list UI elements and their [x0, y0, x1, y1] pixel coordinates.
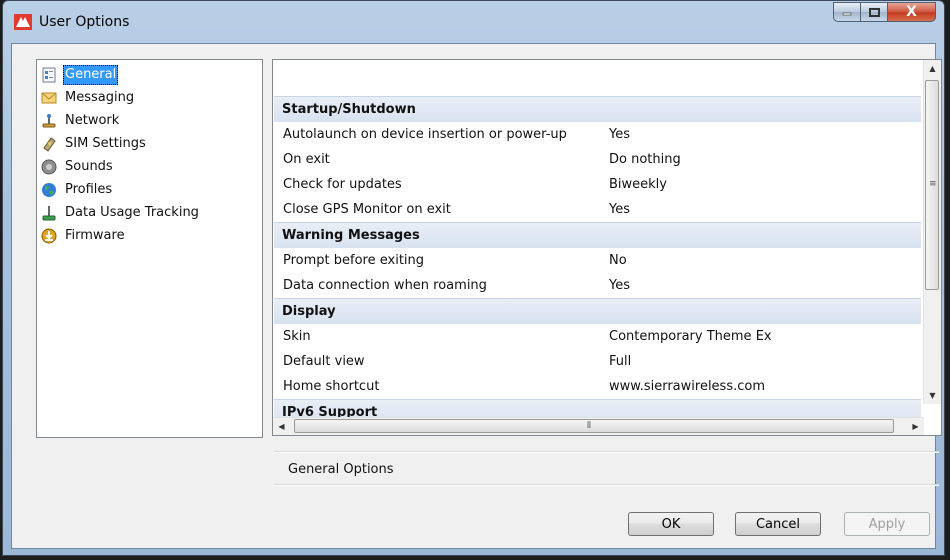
- scroll-up-arrow-icon[interactable]: ▲: [924, 60, 941, 77]
- app-logo-icon: [14, 14, 32, 30]
- property-row[interactable]: Skin Contemporary Theme Ex: [274, 324, 921, 349]
- nav-label: Sounds: [65, 159, 113, 174]
- nav-label: Firmware: [65, 228, 125, 243]
- nav-label: Network: [65, 113, 120, 128]
- scroll-right-arrow-icon[interactable]: ▶: [907, 418, 924, 435]
- nav-label: Data Usage Tracking: [65, 205, 199, 220]
- property-row[interactable]: Autolaunch on device insertion or power-…: [274, 122, 921, 147]
- property-row[interactable]: Home shortcut www.sierrawireless.com: [274, 374, 921, 399]
- nav-label: Profiles: [65, 182, 113, 197]
- property-name: Check for updates: [283, 177, 402, 192]
- section-header[interactable]: Display: [274, 298, 921, 324]
- maximize-button[interactable]: [861, 2, 888, 22]
- horizontal-scrollbar[interactable]: ◀ ⦀ ▶: [273, 417, 924, 435]
- horizontal-scroll-thumb[interactable]: ⦀: [294, 419, 894, 433]
- property-name: On exit: [283, 152, 330, 167]
- property-name: Close GPS Monitor on exit: [283, 202, 451, 217]
- nav-item-sounds[interactable]: Sounds: [41, 156, 115, 178]
- speaker-icon: [41, 159, 57, 175]
- property-row[interactable]: Prompt before exiting No: [274, 248, 921, 273]
- user-options-window: User Options X General Messaging Network…: [2, 0, 945, 556]
- nav-item-general[interactable]: General: [41, 64, 119, 86]
- property-name: Autolaunch on device insertion or power-…: [283, 127, 567, 142]
- dialog-body: General Messaging Network SIM Settings S…: [11, 43, 942, 549]
- property-value[interactable]: Yes: [609, 127, 630, 142]
- section-header[interactable]: Startup/Shutdown: [274, 96, 921, 122]
- nav-item-sim-settings[interactable]: SIM Settings: [41, 133, 148, 155]
- nav-item-data-usage-tracking[interactable]: Data Usage Tracking: [41, 202, 201, 224]
- property-grid[interactable]: Startup/Shutdown Autolaunch on device in…: [272, 59, 942, 436]
- nav-item-profiles[interactable]: Profiles: [41, 179, 114, 201]
- nav-item-network[interactable]: Network: [41, 110, 121, 132]
- scroll-down-arrow-icon[interactable]: ▼: [924, 387, 941, 404]
- property-value[interactable]: Yes: [609, 278, 630, 293]
- title-bar[interactable]: User Options X: [3, 1, 944, 43]
- vertical-scroll-thumb[interactable]: ≡: [925, 80, 939, 290]
- property-value[interactable]: Biweekly: [609, 177, 667, 192]
- section-header[interactable]: Warning Messages: [274, 222, 921, 248]
- nav-label: Messaging: [65, 90, 135, 105]
- property-row[interactable]: Default view Full: [274, 349, 921, 374]
- close-icon: X: [906, 4, 917, 20]
- nav-label: General: [63, 65, 119, 85]
- window-title: User Options: [39, 14, 130, 30]
- nav-item-messaging[interactable]: Messaging: [41, 87, 136, 109]
- maximize-icon: [868, 7, 880, 17]
- property-value[interactable]: Contemporary Theme Ex: [609, 329, 772, 344]
- property-row[interactable]: Close GPS Monitor on exit Yes: [274, 197, 921, 222]
- options-category-list[interactable]: General Messaging Network SIM Settings S…: [36, 59, 263, 438]
- property-row[interactable]: On exit Do nothing: [274, 147, 921, 172]
- property-row[interactable]: Check for updates Biweekly: [274, 172, 921, 197]
- vertical-scrollbar[interactable]: ▲ ≡ ▼: [923, 60, 941, 404]
- minimize-button[interactable]: [833, 2, 861, 22]
- scroll-left-arrow-icon[interactable]: ◀: [273, 418, 290, 435]
- globe-icon: [42, 183, 56, 197]
- property-value[interactable]: No: [609, 253, 627, 268]
- property-value[interactable]: Do nothing: [609, 152, 681, 167]
- download-icon: [41, 228, 57, 244]
- ok-button[interactable]: OK: [628, 512, 714, 536]
- property-name: Default view: [283, 354, 365, 369]
- envelope-icon: [41, 92, 57, 104]
- property-name: Skin: [283, 329, 311, 344]
- sim-card-icon: [43, 137, 56, 152]
- property-name: Prompt before exiting: [283, 253, 425, 268]
- section-title: Startup/Shutdown: [282, 102, 416, 117]
- description-label: General Options: [288, 462, 394, 477]
- property-value[interactable]: Yes: [609, 202, 630, 217]
- property-name: Data connection when roaming: [283, 278, 487, 293]
- network-icon: [42, 114, 56, 128]
- divider: [274, 451, 939, 453]
- grip-icon: ⦀: [587, 421, 591, 431]
- section-title: Display: [282, 304, 336, 319]
- property-value[interactable]: www.sierrawireless.com: [609, 379, 765, 394]
- close-button[interactable]: X: [888, 2, 936, 22]
- apply-button[interactable]: Apply: [844, 512, 930, 536]
- minimize-icon: [842, 12, 852, 16]
- cancel-button[interactable]: Cancel: [735, 512, 821, 536]
- nav-label: SIM Settings: [65, 136, 146, 151]
- nav-item-firmware[interactable]: Firmware: [41, 225, 127, 247]
- grip-icon: ≡: [929, 179, 937, 189]
- divider: [274, 484, 939, 486]
- property-value[interactable]: Full: [609, 354, 631, 369]
- data-usage-icon: [42, 206, 56, 221]
- property-name: Home shortcut: [283, 379, 380, 394]
- general-icon: [42, 67, 56, 83]
- property-row[interactable]: Data connection when roaming Yes: [274, 273, 921, 298]
- section-title: Warning Messages: [282, 228, 420, 243]
